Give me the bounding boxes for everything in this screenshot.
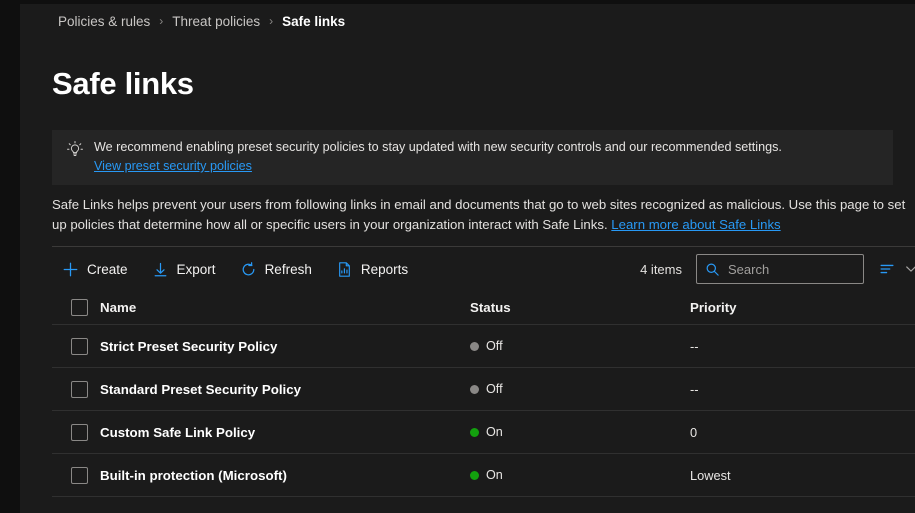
policy-name[interactable]: Built-in protection (Microsoft) xyxy=(100,468,470,483)
breadcrumb: Policies & rules › Threat policies › Safe li… xyxy=(20,4,915,38)
breadcrumb-item-threat-policies[interactable]: Threat policies xyxy=(172,14,260,29)
policy-priority: -- xyxy=(690,338,699,354)
banner-body: We recommend enabling preset security po… xyxy=(94,139,881,175)
recommendation-banner: We recommend enabling preset security po… xyxy=(52,130,893,185)
policies-table: Name Status Priority Strict Preset Secur… xyxy=(52,291,915,497)
left-nav-rail xyxy=(0,0,20,513)
row-checkbox[interactable] xyxy=(70,380,88,398)
table-row[interactable]: Custom Safe Link Policy On 0 xyxy=(52,411,915,454)
status-label: Off xyxy=(486,339,503,353)
status-dot-off-icon xyxy=(470,341,479,351)
policy-name[interactable]: Strict Preset Security Policy xyxy=(100,339,470,354)
filter-lines-icon[interactable] xyxy=(876,258,898,280)
learn-more-safe-links-link[interactable]: Learn more about Safe Links xyxy=(611,217,780,232)
status-dot-off-icon xyxy=(470,384,479,394)
policy-priority: 0 xyxy=(690,424,698,440)
create-label: Create xyxy=(87,261,128,277)
status-badge: Off xyxy=(470,382,690,396)
row-select-cell xyxy=(52,423,100,441)
reports-button[interactable]: Reports xyxy=(326,253,418,285)
select-all-cell xyxy=(52,299,100,316)
row-checkbox[interactable] xyxy=(70,337,88,355)
row-select-cell xyxy=(52,380,100,398)
item-count: 4 items xyxy=(640,261,682,277)
breadcrumb-separator: › xyxy=(159,14,164,28)
page-content: Policies & rules › Threat policies › Safe li… xyxy=(20,4,915,513)
command-bar: Create Export Refresh Reports 4 items Se… xyxy=(52,247,915,291)
plus-icon xyxy=(62,261,79,278)
status-badge: On xyxy=(470,468,690,482)
report-chart-icon xyxy=(336,261,353,278)
download-arrow-icon xyxy=(152,261,169,278)
table-body: Strict Preset Security Policy Off -- Standa… xyxy=(52,325,915,497)
reports-label: Reports xyxy=(360,261,409,277)
table-row[interactable]: Standard Preset Security Policy Off -- xyxy=(52,368,915,411)
search-box[interactable] xyxy=(696,254,904,284)
banner-text: We recommend enabling preset security po… xyxy=(94,140,782,154)
status-badge: Off xyxy=(470,339,690,353)
status-badge: On xyxy=(470,425,690,439)
column-header-status[interactable]: Status xyxy=(470,300,690,315)
view-preset-security-policies-link[interactable]: View preset security policies xyxy=(94,158,252,175)
policy-name[interactable]: Custom Safe Link Policy xyxy=(100,425,470,440)
breadcrumb-separator: › xyxy=(269,14,274,28)
column-header-name[interactable]: Name xyxy=(100,300,470,315)
policy-priority: -- xyxy=(690,381,699,397)
table-row[interactable]: Built-in protection (Microsoft) On Lowest xyxy=(52,454,915,497)
status-dot-on-icon xyxy=(470,470,479,480)
chevron-down-icon[interactable] xyxy=(902,260,915,278)
table-header-row: Name Status Priority xyxy=(52,291,915,325)
policy-priority: Lowest xyxy=(690,467,731,483)
breadcrumb-item-safe-links: Safe links xyxy=(282,13,346,29)
export-button[interactable]: Export xyxy=(142,253,226,285)
export-label: Export xyxy=(176,261,216,277)
status-label: Off xyxy=(486,382,503,396)
safe-links-page: Policies & rules › Threat policies › Safe li… xyxy=(0,0,915,513)
page-title: Safe links xyxy=(52,66,194,101)
breadcrumb-item-policies-rules[interactable]: Policies & rules xyxy=(58,14,150,29)
row-select-cell xyxy=(52,466,100,484)
table-row[interactable]: Strict Preset Security Policy Off -- xyxy=(52,325,915,368)
row-select-cell xyxy=(52,337,100,355)
status-dot-on-icon xyxy=(470,427,479,437)
refresh-label: Refresh xyxy=(264,261,312,277)
create-button[interactable]: Create xyxy=(52,253,138,285)
refresh-icon xyxy=(240,261,257,278)
row-checkbox[interactable] xyxy=(70,423,88,441)
row-checkbox[interactable] xyxy=(70,466,88,484)
page-description: Safe Links helps prevent your users from… xyxy=(52,195,910,235)
status-label: On xyxy=(486,468,503,482)
search-icon xyxy=(705,262,720,277)
status-label: On xyxy=(486,425,503,439)
select-all-checkbox[interactable] xyxy=(70,299,88,316)
policy-name[interactable]: Standard Preset Security Policy xyxy=(100,382,470,397)
refresh-button[interactable]: Refresh xyxy=(230,253,322,285)
column-header-priority[interactable]: Priority xyxy=(690,300,915,315)
lightbulb-icon xyxy=(66,140,84,158)
